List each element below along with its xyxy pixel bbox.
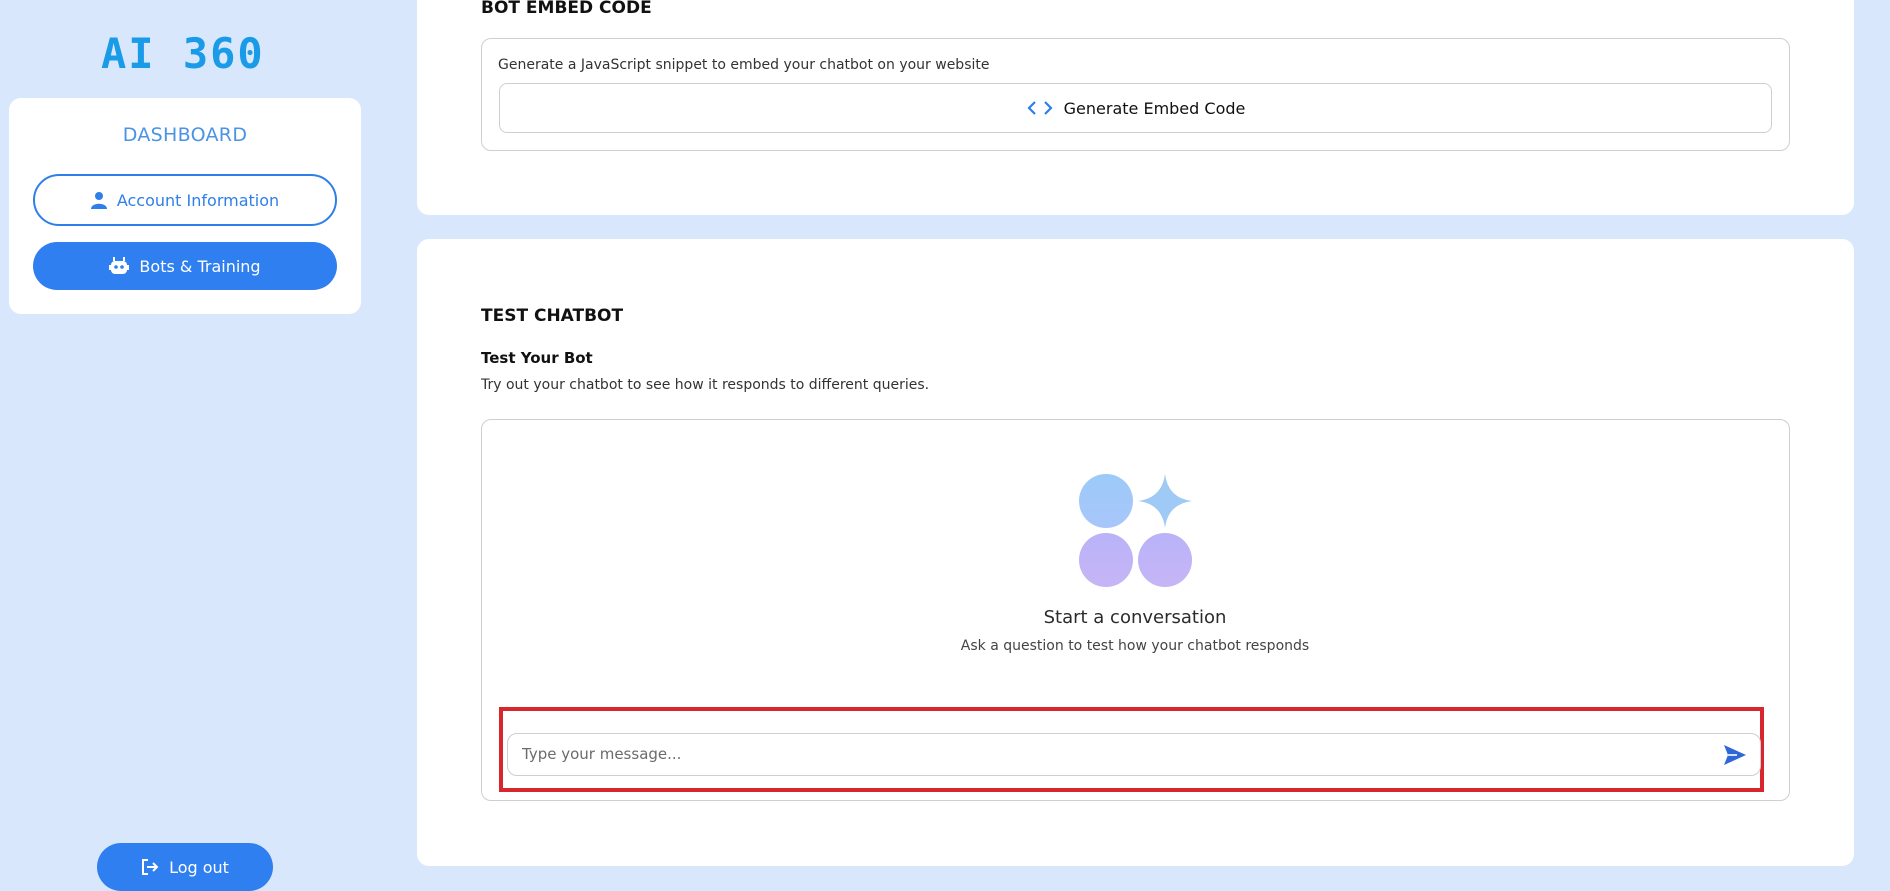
generate-embed-code-label: Generate Embed Code xyxy=(1063,98,1246,118)
sidebar-title: DASHBOARD xyxy=(122,124,248,146)
message-input[interactable] xyxy=(522,734,1702,774)
logout-button[interactable]: Log out xyxy=(97,843,273,891)
logout-icon xyxy=(142,859,159,875)
user-icon xyxy=(90,192,107,209)
ai360-logo: AI 360 xyxy=(101,30,265,76)
sidebar-item-account-information[interactable]: Account Information xyxy=(33,174,337,226)
embed-description: Generate a JavaScript snippet to embed y… xyxy=(498,57,990,73)
robot-icon xyxy=(109,257,130,274)
logout-label: Log out xyxy=(169,857,229,877)
logo-text: AI 360 xyxy=(101,30,265,76)
test-subtitle: Test Your Bot xyxy=(481,349,593,367)
message-input-container xyxy=(507,733,1761,776)
send-icon[interactable] xyxy=(1722,743,1748,767)
sidebar-item-bots-training[interactable]: Bots & Training xyxy=(33,242,337,290)
empty-state-description: Ask a question to test how your chatbot … xyxy=(960,638,1310,654)
generate-embed-code-button[interactable]: Generate Embed Code xyxy=(499,83,1772,133)
code-icon xyxy=(1027,101,1053,115)
sidebar-item-label: Bots & Training xyxy=(139,256,261,276)
test-heading: TEST CHATBOT xyxy=(481,306,624,326)
empty-state-title: Start a conversation xyxy=(1043,607,1227,628)
embed-heading: BOT EMBED CODE xyxy=(481,0,652,18)
test-description: Try out your chatbot to see how it respo… xyxy=(481,377,930,393)
chat-illustration-icon xyxy=(1079,474,1192,587)
sidebar-item-label: Account Information xyxy=(116,190,280,210)
